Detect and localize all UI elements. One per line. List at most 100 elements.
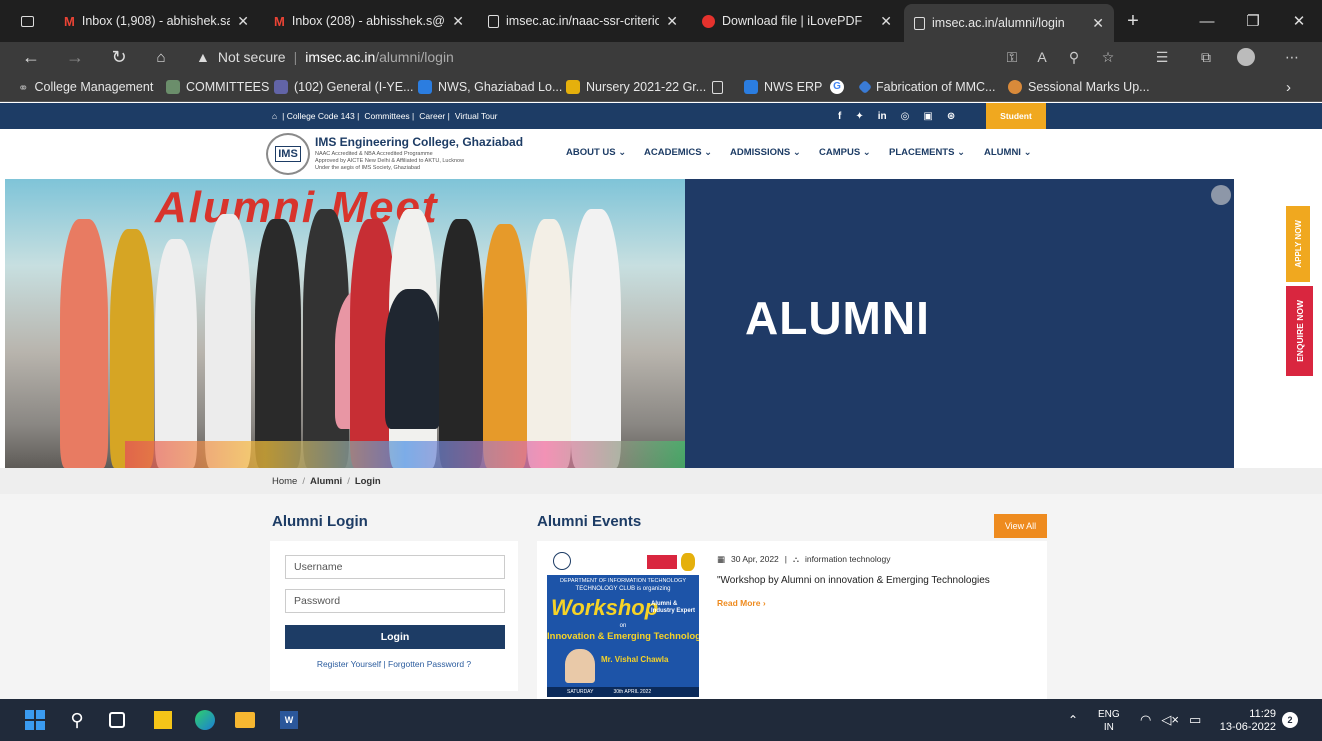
gmail-icon: M — [274, 13, 285, 29]
nav-academics[interactable]: ACADEMICS ⌄ — [644, 147, 712, 158]
rangoli-decoration — [125, 441, 685, 468]
student-button[interactable]: Student — [986, 103, 1046, 129]
instagram-icon[interactable]: ◎ — [901, 111, 910, 122]
tab-inbox-2[interactable]: M Inbox (208) - abhisshek.s@gr ✕ — [264, 6, 474, 36]
read-aloud-icon[interactable]: A — [1028, 42, 1056, 72]
close-tab-icon[interactable]: ✕ — [452, 13, 464, 30]
college-name-block: IMS Engineering College, Ghaziabad NAAC … — [315, 135, 523, 172]
fav-fabrication[interactable]: Fabrication of MMC... — [857, 72, 995, 102]
more-options-icon[interactable]: ⋯ — [1278, 42, 1306, 72]
username-input[interactable]: Username — [285, 555, 505, 579]
file-explorer-icon[interactable] — [232, 707, 258, 733]
home-small-icon[interactable]: ⌂ — [272, 111, 277, 121]
facebook-icon[interactable]: f — [838, 111, 841, 122]
fav-college-management[interactable]: ⚭ College Management — [18, 72, 153, 102]
virtual-tour-link[interactable]: Virtual Tour — [455, 111, 498, 121]
tab-ilovepdf[interactable]: Download file | iLovePDF ✕ — [692, 6, 902, 36]
nws-icon — [418, 80, 432, 94]
fav-general[interactable]: (102) General (I-YE... — [274, 72, 414, 102]
url-field[interactable]: ▲ Not secure | imsec.ac.in/alumni/login — [196, 45, 1136, 69]
show-hidden-icons[interactable]: ⌃ — [1068, 699, 1078, 741]
zoom-icon[interactable]: ⚲ — [1060, 42, 1088, 72]
view-all-button[interactable]: View All — [994, 514, 1047, 538]
tab-alumni-login[interactable]: imsec.ac.in/alumni/login ✕ — [904, 4, 1114, 42]
fav-nws-erp[interactable]: NWS ERP — [744, 72, 822, 102]
committees-icon — [166, 80, 180, 94]
nav-about-us[interactable]: ABOUT US ⌄ — [566, 147, 626, 158]
fav-committees[interactable]: COMMITTEES — [166, 72, 269, 102]
nav-placements[interactable]: PLACEMENTS ⌄ — [889, 147, 965, 158]
nav-alumni[interactable]: ALUMNI ⌄ — [984, 147, 1032, 158]
link-icon: ⚭ — [18, 80, 29, 95]
add-favorite-icon[interactable]: ☆ — [1094, 42, 1122, 72]
language-indicator[interactable]: ENG IN — [1098, 708, 1120, 734]
browser-tab-bar: M Inbox (1,908) - abhishek.saxe ✕ M Inbo… — [0, 0, 1322, 42]
forward-icon[interactable]: → — [60, 42, 90, 72]
restore-icon[interactable]: ❐ — [1230, 0, 1276, 42]
sticky-notes-icon[interactable] — [150, 707, 176, 733]
tab-actions-icon[interactable] — [12, 6, 42, 36]
poster-emblem-icon — [681, 553, 695, 571]
ilovepdf-icon — [702, 14, 715, 28]
notification-badge[interactable]: 2 — [1282, 712, 1298, 728]
edge-icon[interactable] — [192, 707, 218, 733]
login-form: Username Password Login Register Yoursel… — [270, 541, 518, 691]
youtube-icon[interactable]: ▣ — [923, 111, 932, 122]
alumni-banner: Alumni Meet ALUMNI — [5, 179, 1234, 468]
home-icon[interactable]: ⌂ — [146, 42, 176, 72]
fav-sessional-marks[interactable]: Sessional Marks Up... — [1008, 72, 1150, 102]
poster-header — [547, 549, 699, 575]
profile-avatar-icon[interactable] — [1232, 42, 1260, 72]
close-tab-icon[interactable]: ✕ — [237, 13, 249, 30]
poster-dept: DEPARTMENT OF INFORMATION TECHNOLOGY — [559, 578, 686, 584]
fav-nws-ghaziabad[interactable]: NWS, Ghaziabad Lo... — [418, 72, 562, 102]
word-icon[interactable]: W — [276, 707, 302, 733]
nav-campus[interactable]: CAMPUS ⌄ — [819, 147, 871, 158]
task-view-icon[interactable] — [104, 707, 130, 733]
banner-title: ALUMNI — [745, 292, 930, 344]
favorites-icon[interactable]: ☰ — [1148, 42, 1176, 72]
nav-admissions[interactable]: ADMISSIONS ⌄ — [730, 147, 801, 158]
search-icon[interactable]: ⚲ — [64, 707, 90, 733]
close-window-icon[interactable]: ✕ — [1276, 0, 1322, 42]
linkedin-icon[interactable]: in — [878, 111, 887, 122]
key-icon[interactable]: ⚿ — [998, 42, 1026, 72]
event-poster[interactable]: DEPARTMENT OF INFORMATION TECHNOLOGY TEC… — [547, 549, 699, 697]
document-icon — [712, 80, 723, 94]
enquire-now-tab[interactable]: ENQUIRE NOW — [1286, 286, 1313, 376]
tab-naac[interactable]: imsec.ac.in/naac-ssr-criterion ✕ — [478, 6, 688, 36]
committees-link[interactable]: Committees | — [364, 111, 414, 121]
college-logo[interactable]: IMS — [266, 133, 310, 175]
register-forgot-links[interactable]: Register Yourself | Forgotten Password ? — [270, 659, 518, 669]
read-more-link[interactable]: Read More › — [717, 598, 766, 608]
gmail-icon: M — [64, 13, 75, 29]
windows-start-icon[interactable] — [22, 707, 48, 733]
banner-play-icon[interactable] — [1211, 185, 1231, 205]
wordpress-icon[interactable]: ⊛ — [947, 111, 955, 122]
close-tab-icon[interactable]: ✕ — [1092, 15, 1104, 32]
new-tab-icon[interactable]: + — [1118, 6, 1148, 36]
twitter-icon[interactable]: ✦ — [855, 111, 863, 122]
collections-icon[interactable]: ⧉ — [1192, 42, 1220, 72]
favorites-more-icon[interactable]: › — [1286, 72, 1291, 102]
clock[interactable]: 11:29 13-06-2022 — [1214, 708, 1276, 734]
fav-nursery[interactable]: Nursery 2021-22 Gr... — [566, 72, 706, 102]
fav-blank-page[interactable] — [712, 72, 729, 102]
minimize-icon[interactable]: — — [1184, 0, 1230, 42]
tab-inbox-1[interactable]: M Inbox (1,908) - abhishek.saxe ✕ — [54, 6, 259, 36]
breadcrumb-alumni[interactable]: Alumni — [310, 476, 342, 487]
fav-google[interactable]: G — [830, 72, 850, 102]
close-tab-icon[interactable]: ✕ — [880, 13, 892, 30]
breadcrumb-separator: / — [302, 475, 305, 487]
password-input[interactable]: Password — [285, 589, 505, 613]
refresh-icon[interactable]: ↻ — [104, 42, 134, 72]
event-category[interactable]: information technology — [805, 554, 891, 565]
system-tray[interactable]: ◠ ◁× ▭ — [1140, 699, 1201, 741]
event-title[interactable]: "Workshop by Alumni on innovation & Emer… — [717, 575, 990, 586]
login-button[interactable]: Login — [285, 625, 505, 649]
apply-now-tab[interactable]: APPLY NOW — [1286, 206, 1310, 282]
breadcrumb-home[interactable]: Home — [272, 476, 297, 487]
career-link[interactable]: Career | — [419, 111, 450, 121]
back-icon[interactable]: ← — [16, 42, 46, 72]
close-tab-icon[interactable]: ✕ — [666, 13, 678, 30]
